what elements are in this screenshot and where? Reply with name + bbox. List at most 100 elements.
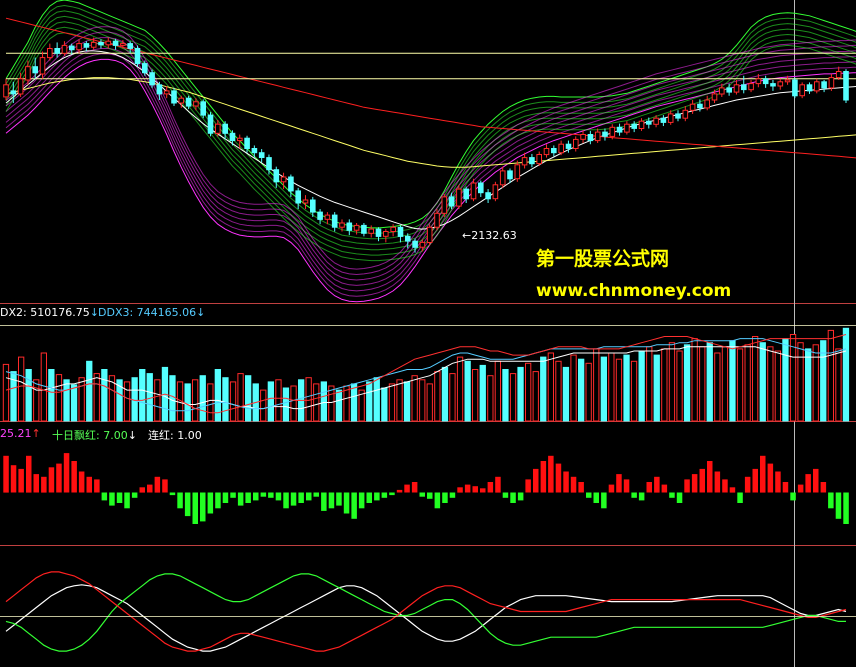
histogram-bar [775, 471, 781, 493]
histogram-bar [828, 492, 834, 509]
candle-body [594, 131, 601, 142]
volume-bar [48, 369, 55, 422]
histogram-bar [177, 492, 183, 509]
candle-body [17, 78, 24, 95]
histogram-legend-ten-day-red-text: 十日飘红: 7.00 [52, 429, 128, 442]
histogram-panel [3, 453, 849, 524]
lower-ribbon-line [5, 48, 856, 292]
down-arrow-icon: ↓ [196, 306, 206, 319]
candle-body [719, 87, 725, 95]
volume-bar [615, 358, 623, 422]
volume-bar [736, 348, 744, 422]
oscillator-panel [5, 571, 847, 652]
volume-bar [139, 369, 146, 422]
volume-bar [320, 381, 328, 422]
histogram-bar [601, 492, 607, 509]
histogram-bar [116, 492, 123, 503]
volume-bar [18, 356, 25, 422]
histogram-bar [321, 492, 327, 511]
volume-bar [328, 385, 335, 422]
candle-body [806, 84, 813, 92]
candle-body [47, 48, 53, 59]
histogram-bar [275, 492, 282, 501]
volume-bar [744, 344, 751, 422]
candle-body [499, 170, 506, 186]
histogram-bar [396, 489, 403, 493]
volume-bar [479, 364, 486, 422]
histogram-bar [813, 468, 819, 493]
histogram-bar [790, 492, 796, 501]
candle-body [412, 240, 418, 248]
candle-body [105, 40, 112, 46]
candle-body [726, 87, 733, 93]
volume-bar [691, 338, 698, 422]
histogram-bar [328, 492, 335, 509]
candle-body [660, 117, 667, 123]
histogram-bar [200, 492, 206, 522]
histogram-bar [480, 488, 486, 493]
oscillator-line-1 [5, 573, 846, 652]
oscillator-line-2 [5, 571, 847, 652]
candle-body [215, 123, 221, 134]
chart-canvas[interactable] [0, 0, 856, 667]
candle-body [529, 157, 535, 165]
candle-body [331, 214, 338, 228]
volume-bar [509, 373, 517, 422]
candle-body [733, 84, 740, 93]
histogram-bar [404, 484, 410, 493]
up-arrow-icon: ↑ [31, 427, 41, 440]
candle-body [90, 41, 97, 48]
histogram-bar [797, 484, 804, 493]
histogram-bar [101, 492, 108, 501]
volume-bar [388, 383, 396, 422]
candle-body [244, 137, 250, 149]
histogram-legend-value-text: 25.21 [0, 427, 32, 440]
upper-ribbon-line [5, 10, 856, 240]
candle-body [587, 134, 594, 142]
volume-bar [456, 356, 464, 422]
histogram-bar [336, 492, 342, 506]
volume-bar [661, 348, 668, 422]
volume-bar [555, 360, 562, 422]
volume-bar [426, 383, 433, 422]
candle-body [565, 143, 572, 149]
volume-bar [653, 354, 660, 422]
volume-bar [449, 373, 456, 422]
histogram-bar [33, 474, 39, 493]
candle-body [207, 114, 214, 134]
volume-bar [396, 379, 403, 422]
histogram-bar [593, 492, 599, 503]
histogram-bar [147, 484, 153, 493]
histogram-bar [260, 492, 267, 497]
volume-bar [638, 350, 645, 422]
volume-bar [600, 356, 608, 422]
histogram-bar [525, 479, 531, 493]
histogram-bar [222, 492, 229, 503]
histogram-bar [760, 455, 766, 493]
histogram-bar [389, 492, 395, 496]
candle-body [419, 241, 426, 248]
histogram-bar [548, 455, 554, 493]
volume-bar [305, 377, 312, 422]
volume-bar [154, 379, 161, 422]
histogram-bar [533, 468, 539, 493]
histogram-bar [154, 476, 161, 493]
candle-body [777, 81, 784, 87]
histogram-bar [48, 467, 55, 493]
volume-bar [593, 348, 600, 422]
histogram-bar [646, 482, 652, 493]
volume-bar [827, 329, 835, 422]
candle-body [200, 101, 206, 116]
histogram-bar [41, 476, 47, 493]
candle-body [405, 235, 411, 242]
volume-bar [630, 360, 638, 422]
candle-body [653, 117, 659, 125]
candle-body [32, 66, 39, 74]
candle-body [76, 43, 82, 51]
histogram-bar [654, 476, 660, 493]
candle-body [383, 231, 389, 237]
candle-body [521, 157, 528, 166]
candle-body [536, 154, 543, 165]
volume-bar [502, 369, 509, 422]
histogram-bar [230, 492, 236, 498]
